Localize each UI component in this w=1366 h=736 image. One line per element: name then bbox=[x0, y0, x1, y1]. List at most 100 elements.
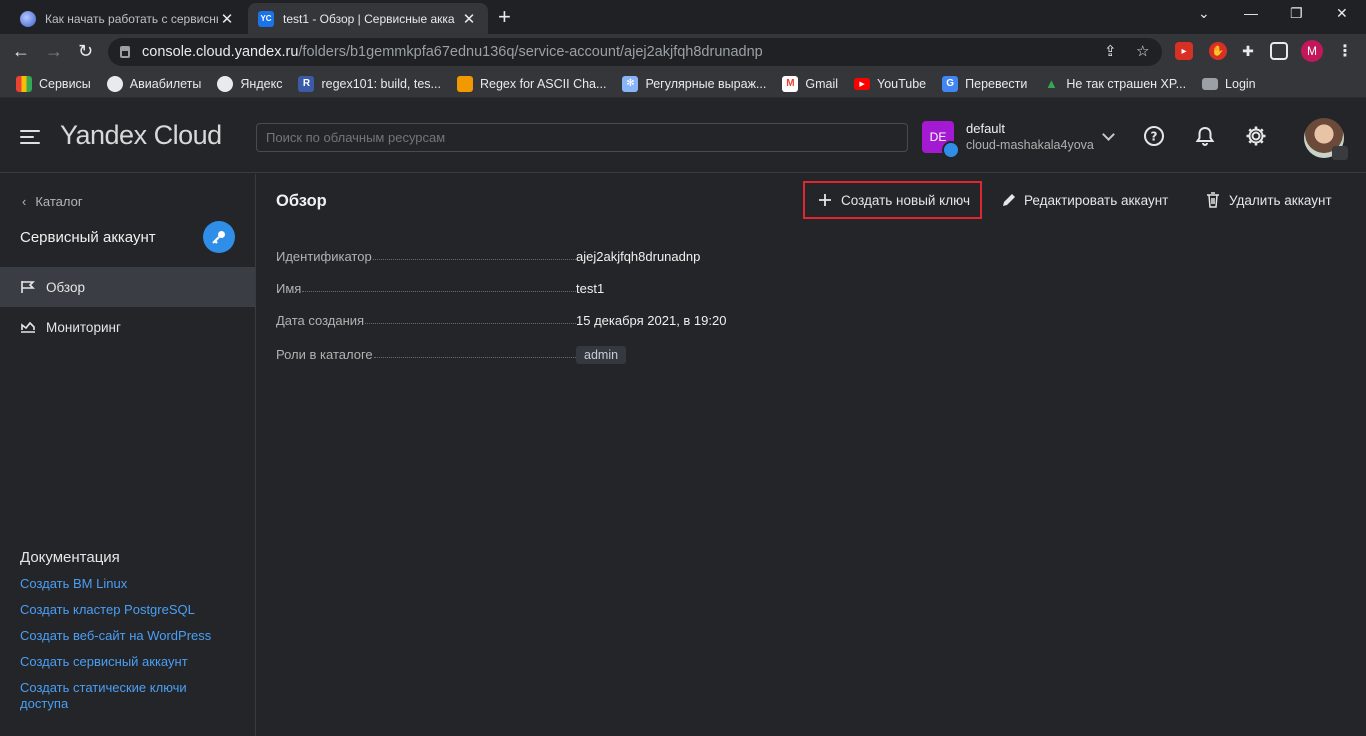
globe-icon bbox=[217, 75, 234, 92]
sidebar-item-label: Мониторинг bbox=[46, 319, 121, 335]
bookmark-label: YouTube bbox=[877, 76, 927, 91]
leader-dots bbox=[302, 281, 576, 292]
sidebar-item-overview[interactable]: Обзор bbox=[0, 267, 255, 307]
share-icon[interactable]: ⇪ bbox=[1104, 42, 1117, 60]
address-bar[interactable]: console.cloud.yandex.ru /folders/b1gemmk… bbox=[108, 38, 1162, 66]
field-row-created: Дата создания 15 декабря 2021, в 19:20 bbox=[276, 313, 976, 331]
puzzle-icon[interactable]: ✚ bbox=[1239, 42, 1257, 60]
field-label-text: Дата создания bbox=[276, 313, 365, 328]
sidebar-item-label: Обзор bbox=[46, 279, 85, 295]
bookmark-item[interactable]: Сервисы bbox=[16, 75, 91, 92]
sidebar: ‹ Каталог Сервисный аккаунт Обзор Монитор… bbox=[0, 174, 256, 736]
bookmark-item[interactable]: Rregex101: build, tes... bbox=[298, 75, 441, 92]
bookmark-item[interactable]: Яндекс bbox=[217, 75, 283, 92]
close-window-icon[interactable]: ✕ bbox=[1336, 5, 1348, 22]
field-row-roles: Роли в каталоге admin bbox=[276, 346, 976, 366]
bookmark-item[interactable]: ✻ Регулярные выраж... bbox=[622, 75, 767, 92]
youtube-icon: ▶ bbox=[854, 77, 871, 90]
translate-icon: G bbox=[942, 75, 959, 92]
bookmark-item[interactable]: Авиабилеты bbox=[106, 75, 201, 92]
reload-icon[interactable]: ↻ bbox=[78, 41, 93, 61]
back-to-catalog-link[interactable]: ‹ Каталог bbox=[22, 194, 83, 209]
bookmark-item[interactable]: M Gmail bbox=[782, 75, 838, 92]
sidebar-title: Сервисный аккаунт bbox=[20, 229, 156, 246]
edit-account-button[interactable]: Редактировать аккаунт bbox=[1000, 181, 1168, 219]
back-label: Каталог bbox=[35, 194, 83, 209]
leader-dots bbox=[372, 249, 576, 260]
field-label: Идентификатор bbox=[276, 249, 576, 264]
star-icon[interactable]: ☆ bbox=[1136, 42, 1149, 60]
minimize-icon[interactable]: — bbox=[1244, 5, 1258, 21]
briefcase-icon bbox=[1332, 146, 1348, 160]
help-icon[interactable]: ? bbox=[1143, 125, 1165, 147]
leader-dots bbox=[373, 347, 576, 358]
field-label-text: Имя bbox=[276, 281, 302, 296]
bookmark-label: Яндекс bbox=[240, 76, 283, 91]
field-label: Дата создания bbox=[276, 313, 576, 328]
field-row-id: Идентификатор ajej2akjfqh8drunadnp bbox=[276, 249, 976, 267]
browser-tabstrip: Как начать работать с сервисны ✕ YC test… bbox=[0, 0, 1366, 34]
chevron-down-icon[interactable]: ⌄ bbox=[1198, 5, 1210, 22]
bookmark-label: Перевести bbox=[965, 76, 1028, 91]
menu-burger-icon[interactable] bbox=[20, 130, 40, 144]
create-key-label: Создать новый ключ bbox=[841, 192, 970, 208]
tab-close-icon[interactable]: ✕ bbox=[460, 10, 478, 28]
page-title: Обзор bbox=[276, 192, 327, 210]
pencil-icon bbox=[1000, 192, 1016, 208]
extension-icon[interactable]: ▸ bbox=[1175, 42, 1193, 60]
cloud-icon bbox=[942, 141, 960, 159]
sidebar-item-monitoring[interactable]: Мониторинг bbox=[0, 307, 255, 347]
adblock-icon[interactable]: ✋ bbox=[1209, 42, 1227, 60]
menu-dots-icon[interactable]: ⋮ bbox=[1336, 42, 1354, 60]
delete-account-button[interactable]: Удалить аккаунт bbox=[1205, 181, 1332, 219]
bookmark-item[interactable]: Login bbox=[1202, 77, 1256, 91]
bookmark-item[interactable]: Regex for ASCII Cha... bbox=[456, 75, 606, 92]
tree-icon: ▲ bbox=[1044, 76, 1058, 91]
doc-link[interactable]: Создать веб-сайт на WordPress bbox=[20, 628, 211, 644]
cloud-id[interactable]: cloud-mashakala4yova bbox=[966, 138, 1094, 152]
tab-close-icon[interactable]: ✕ bbox=[218, 10, 236, 28]
bookmark-item[interactable]: G Перевести bbox=[942, 75, 1028, 92]
tab-title: Как начать работать с сервисны bbox=[45, 11, 218, 26]
tab-favicon-icon bbox=[20, 10, 36, 27]
profile-avatar[interactable]: M bbox=[1301, 40, 1323, 62]
search-input[interactable] bbox=[256, 123, 908, 152]
bookmark-label: Регулярные выраж... bbox=[645, 76, 767, 91]
flag-icon bbox=[21, 281, 35, 293]
leader-dots bbox=[365, 313, 576, 324]
field-label: Роли в каталоге bbox=[276, 347, 576, 362]
snowflake-icon: ✻ bbox=[622, 75, 639, 92]
cloud-name[interactable]: default bbox=[966, 121, 1005, 136]
app-logo[interactable]: Yandex Cloud bbox=[60, 120, 222, 151]
doc-link[interactable]: Создать ВМ Linux bbox=[20, 576, 127, 592]
service-account-key-icon bbox=[203, 221, 235, 253]
back-arrow-icon[interactable]: ← bbox=[12, 41, 30, 61]
sidepanel-icon[interactable] bbox=[1270, 42, 1288, 60]
field-value: admin bbox=[576, 346, 627, 364]
doc-link[interactable]: Создать статические ключи доступа bbox=[20, 680, 210, 712]
gear-icon[interactable] bbox=[1245, 125, 1267, 147]
bookmark-item[interactable]: ▶ YouTube bbox=[854, 77, 926, 91]
field-value: 15 декабря 2021, в 19:20 bbox=[576, 313, 727, 328]
bookmark-item[interactable]: ▲ Не так страшен XP... bbox=[1043, 76, 1186, 92]
bell-icon[interactable] bbox=[1194, 125, 1216, 147]
create-key-button[interactable]: Создать новый ключ bbox=[803, 181, 982, 219]
gmail-icon: M bbox=[782, 75, 799, 92]
role-tag: admin bbox=[576, 346, 627, 364]
docs-title: Документация bbox=[20, 549, 120, 566]
orange-square-icon bbox=[456, 75, 473, 92]
field-value: ajej2akjfqh8drunadnp bbox=[576, 249, 701, 264]
browser-tab[interactable]: Как начать работать с сервисны ✕ bbox=[10, 3, 246, 34]
browser-tab-active[interactable]: YC test1 - Обзор | Сервисные акка ✕ bbox=[248, 3, 488, 34]
new-tab-icon[interactable]: + bbox=[498, 6, 511, 28]
field-label-text: Идентификатор bbox=[276, 249, 372, 264]
forward-arrow-icon[interactable]: → bbox=[45, 41, 63, 61]
doc-link[interactable]: Создать сервисный аккаунт bbox=[20, 654, 188, 670]
user-avatar[interactable] bbox=[1304, 118, 1348, 160]
chevron-down-icon[interactable] bbox=[1102, 128, 1115, 141]
doc-link[interactable]: Создать кластер PostgreSQL bbox=[20, 602, 195, 618]
cloud-badge[interactable]: DE bbox=[922, 121, 960, 159]
restore-icon[interactable]: ❐ bbox=[1290, 5, 1303, 22]
lock-icon bbox=[120, 46, 130, 58]
tab-favicon-icon: YC bbox=[258, 10, 274, 27]
